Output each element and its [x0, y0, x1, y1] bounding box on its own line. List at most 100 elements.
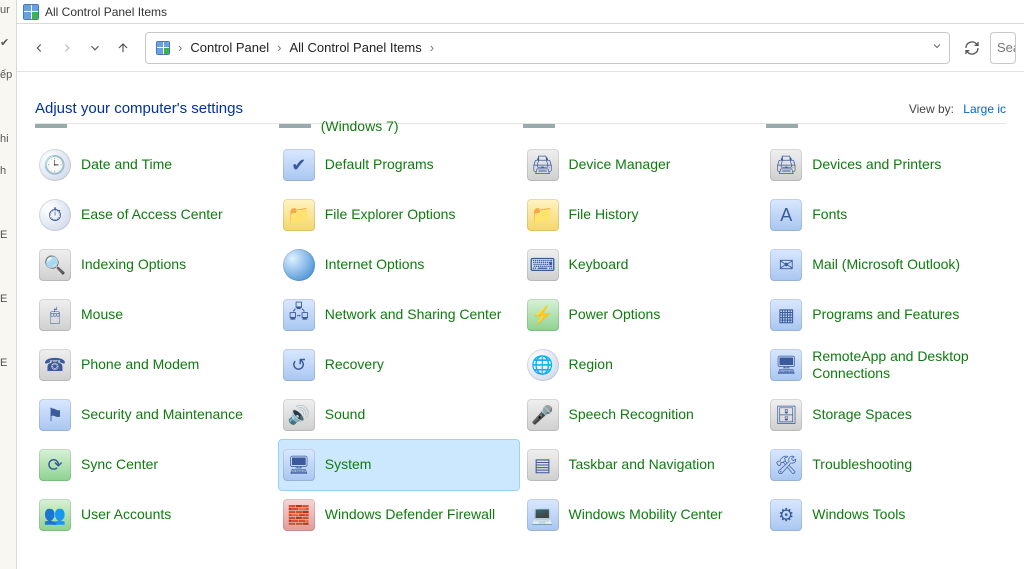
recent-locations-button[interactable] — [81, 34, 109, 62]
cp-item-default-programs[interactable]: Default Programs — [279, 140, 519, 190]
default-programs-icon — [281, 147, 317, 183]
windows-defender-firewall-icon — [281, 497, 317, 533]
cp-item-label: Device Manager — [569, 156, 671, 174]
file-history-icon — [525, 197, 561, 233]
titlebar[interactable]: All Control Panel Items — [17, 0, 1024, 24]
search-input[interactable]: Sea — [990, 32, 1016, 64]
cp-item-fonts[interactable]: Fonts — [766, 190, 1006, 240]
cp-item-label: Mouse — [81, 306, 123, 324]
cp-item-label: Power Options — [569, 306, 661, 324]
breadcrumb-sep-icon: › — [426, 40, 438, 55]
cp-item-sync-center[interactable]: Sync Center — [35, 440, 275, 490]
address-bar[interactable]: › Control Panel › All Control Panel Item… — [145, 32, 950, 64]
forward-button[interactable] — [53, 34, 81, 62]
cp-item-mail-outlook[interactable]: Mail (Microsoft Outlook) — [766, 240, 1006, 290]
cp-item-label: File History — [569, 206, 639, 224]
cp-item-label: Phone and Modem — [81, 356, 199, 374]
troubleshooting-icon — [768, 447, 804, 483]
cut-label: (Windows 7) — [321, 118, 399, 134]
cp-item-devices-and-printers[interactable]: Devices and Printers — [766, 140, 1006, 190]
cp-item-windows-defender-firewall[interactable]: Windows Defender Firewall — [279, 490, 519, 540]
cp-item-label: Mail (Microsoft Outlook) — [812, 256, 960, 274]
control-panel-icon — [23, 4, 39, 20]
cp-item-date-and-time[interactable]: Date and Time — [35, 140, 275, 190]
user-accounts-icon — [37, 497, 73, 533]
cp-item-programs-and-features[interactable]: Programs and Features — [766, 290, 1006, 340]
content-area: Adjust your computer's settings View by:… — [17, 72, 1024, 569]
taskbar-and-navigation-icon — [525, 447, 561, 483]
device-manager-icon — [525, 147, 561, 183]
system-icon — [281, 447, 317, 483]
cp-item-label: Windows Defender Firewall — [325, 506, 495, 524]
cp-item-label: File Explorer Options — [325, 206, 456, 224]
cp-item-label: Programs and Features — [812, 306, 959, 324]
cp-item-label: Security and Maintenance — [81, 406, 243, 424]
cp-item-label: Taskbar and Navigation — [569, 456, 715, 474]
cp-item-windows-tools[interactable]: Windows Tools — [766, 490, 1006, 540]
cp-item-network-sharing-center[interactable]: Network and Sharing Center — [279, 290, 519, 340]
cp-item-label: Internet Options — [325, 256, 425, 274]
cp-item-label: Date and Time — [81, 156, 172, 174]
cp-item-speech-recognition[interactable]: Speech Recognition — [523, 390, 763, 440]
page-title: Adjust your computer's settings — [35, 100, 243, 117]
sync-center-icon — [37, 447, 73, 483]
cp-item-label: Windows Tools — [812, 506, 905, 524]
breadcrumb-all-items[interactable]: All Control Panel Items — [285, 40, 425, 55]
windows-tools-icon — [768, 497, 804, 533]
back-button[interactable] — [25, 34, 53, 62]
cp-item-label: Troubleshooting — [812, 456, 912, 474]
programs-and-features-icon — [768, 297, 804, 333]
cp-item-label: Windows Mobility Center — [569, 506, 723, 524]
cp-item-system[interactable]: System — [279, 440, 519, 490]
cp-item-remoteapp-desktop-connections[interactable]: RemoteApp and Desktop Connections — [766, 340, 1006, 390]
cp-item-windows-mobility-center[interactable]: Windows Mobility Center — [523, 490, 763, 540]
up-button[interactable] — [109, 34, 137, 62]
cp-item-label: Sound — [325, 406, 365, 424]
cp-item-storage-spaces[interactable]: Storage Spaces — [766, 390, 1006, 440]
cp-item-label: Fonts — [812, 206, 847, 224]
cp-item-internet-options[interactable]: Internet Options — [279, 240, 519, 290]
ease-of-access-center-icon — [37, 197, 73, 233]
cp-item-recovery[interactable]: Recovery — [279, 340, 519, 390]
view-by-value[interactable]: Large ic — [963, 102, 1006, 116]
background-window-strip: ur✔ếp hih E E E — [0, 0, 17, 569]
date-and-time-icon — [37, 147, 73, 183]
breadcrumb-control-panel[interactable]: Control Panel — [186, 40, 273, 55]
cp-item-phone-and-modem[interactable]: Phone and Modem — [35, 340, 275, 390]
cp-item-label: Speech Recognition — [569, 406, 694, 424]
devices-and-printers-icon — [768, 147, 804, 183]
cp-item-label: User Accounts — [81, 506, 171, 524]
refresh-button[interactable] — [958, 34, 986, 62]
recovery-icon — [281, 347, 317, 383]
cp-item-security-and-maintenance[interactable]: Security and Maintenance — [35, 390, 275, 440]
indexing-options-icon — [37, 247, 73, 283]
remoteapp-desktop-connections-icon — [768, 347, 804, 383]
partial-previous-row: (Windows 7) — [35, 118, 1006, 134]
cp-item-ease-of-access-center[interactable]: Ease of Access Center — [35, 190, 275, 240]
control-panel-window: All Control Panel Items › Control Panel … — [17, 0, 1024, 569]
cp-item-troubleshooting[interactable]: Troubleshooting — [766, 440, 1006, 490]
cp-item-label: Indexing Options — [81, 256, 186, 274]
cp-item-label: Region — [569, 356, 613, 374]
cp-item-device-manager[interactable]: Device Manager — [523, 140, 763, 190]
cp-item-mouse[interactable]: Mouse — [35, 290, 275, 340]
breadcrumb-sep-icon: › — [174, 40, 186, 55]
cp-item-label: Network and Sharing Center — [325, 306, 502, 324]
cp-item-user-accounts[interactable]: User Accounts — [35, 490, 275, 540]
cp-item-power-options[interactable]: Power Options — [523, 290, 763, 340]
mail-outlook-icon — [768, 247, 804, 283]
cp-item-file-explorer-options[interactable]: File Explorer Options — [279, 190, 519, 240]
cp-item-indexing-options[interactable]: Indexing Options — [35, 240, 275, 290]
mouse-icon — [37, 297, 73, 333]
cp-item-keyboard[interactable]: Keyboard — [523, 240, 763, 290]
cp-item-taskbar-and-navigation[interactable]: Taskbar and Navigation — [523, 440, 763, 490]
cp-item-label: Devices and Printers — [812, 156, 941, 174]
address-bar-dropdown-icon[interactable] — [931, 40, 943, 55]
cp-item-label: System — [325, 456, 372, 474]
power-options-icon — [525, 297, 561, 333]
cp-item-file-history[interactable]: File History — [523, 190, 763, 240]
speech-recognition-icon — [525, 397, 561, 433]
cp-item-sound[interactable]: Sound — [279, 390, 519, 440]
cp-item-region[interactable]: Region — [523, 340, 763, 390]
cp-item-label: Sync Center — [81, 456, 158, 474]
